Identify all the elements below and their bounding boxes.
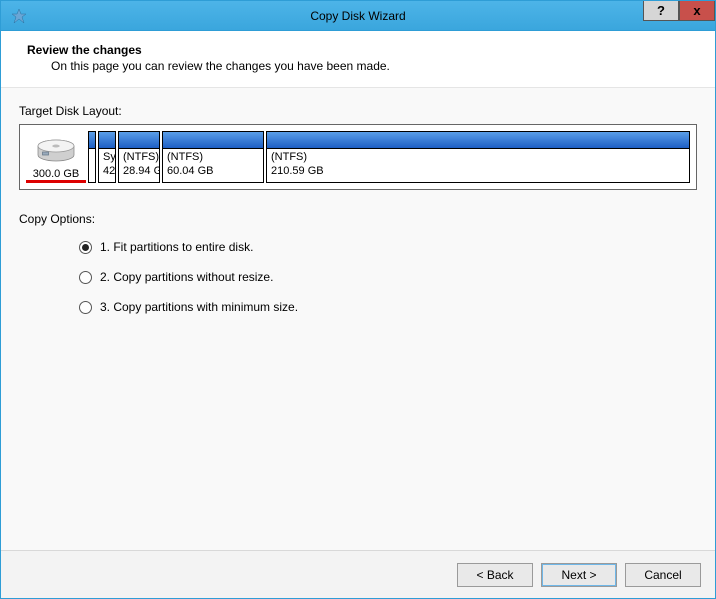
- content-area: Target Disk Layout: 300.0 GB Sys420(NTFS…: [1, 88, 715, 550]
- partition-bar: [89, 132, 95, 149]
- footer: < Back Next > Cancel: [1, 550, 715, 598]
- page-subtitle: On this page you can review the changes …: [51, 59, 689, 73]
- partition-4[interactable]: (NTFS)210.59 GB: [266, 131, 690, 183]
- partition-body: (NTFS)28.94 G: [119, 149, 159, 182]
- next-button[interactable]: Next >: [541, 563, 617, 587]
- help-button[interactable]: ?: [643, 1, 679, 21]
- partition-label: (NTFS): [123, 151, 155, 165]
- copy-options-list: 1. Fit partitions to entire disk. 2. Copy…: [79, 240, 697, 314]
- copy-options-label: Copy Options:: [19, 212, 697, 226]
- copy-option-label: 3. Copy partitions with minimum size.: [100, 300, 298, 314]
- partition-2[interactable]: (NTFS)28.94 G: [118, 131, 160, 183]
- hard-disk-icon: [33, 137, 79, 167]
- partition-label: Sys: [103, 151, 111, 165]
- titlebar-buttons: ? x: [643, 1, 715, 21]
- partition-body: (NTFS)60.04 GB: [163, 149, 263, 182]
- partition-size: 420: [103, 165, 111, 179]
- target-disk-label: Target Disk Layout:: [19, 104, 697, 118]
- copy-option-label: 1. Fit partitions to entire disk.: [100, 240, 253, 254]
- radio-icon[interactable]: [79, 301, 92, 314]
- partition-bar: [267, 132, 689, 149]
- partition-bar: [99, 132, 115, 149]
- app-icon: [11, 8, 27, 24]
- copy-option-label: 2. Copy partitions without resize.: [100, 270, 273, 284]
- copy-option-1[interactable]: 1. Fit partitions to entire disk.: [79, 240, 697, 254]
- disk-icon-box[interactable]: 300.0 GB: [26, 131, 86, 183]
- partitions-row: Sys420(NTFS)28.94 G(NTFS)60.04 GB(NTFS)2…: [88, 131, 690, 183]
- partition-size: 28.94 G: [123, 165, 155, 179]
- close-button[interactable]: x: [679, 1, 715, 21]
- disk-layout-frame: 300.0 GB Sys420(NTFS)28.94 G(NTFS)60.04 …: [19, 124, 697, 190]
- partition-bar: [163, 132, 263, 149]
- partition-3[interactable]: (NTFS)60.04 GB: [162, 131, 264, 183]
- partition-label: (NTFS): [271, 151, 685, 165]
- radio-icon[interactable]: [79, 271, 92, 284]
- copy-options-section: Copy Options: 1. Fit partitions to entir…: [19, 208, 697, 314]
- partition-body: [89, 149, 96, 182]
- partition-size: 210.59 GB: [271, 165, 685, 179]
- radio-icon[interactable]: [79, 241, 92, 254]
- back-button[interactable]: < Back: [457, 563, 533, 587]
- partition-1[interactable]: Sys420: [98, 131, 116, 183]
- partition-body: (NTFS)210.59 GB: [267, 149, 689, 182]
- partition-bar: [119, 132, 159, 149]
- copy-option-2[interactable]: 2. Copy partitions without resize.: [79, 270, 697, 284]
- partition-size: 60.04 GB: [167, 165, 259, 179]
- page-title: Review the changes: [27, 43, 689, 57]
- cancel-button[interactable]: Cancel: [625, 563, 701, 587]
- header: Review the changes On this page you can …: [1, 31, 715, 88]
- copy-option-3[interactable]: 3. Copy partitions with minimum size.: [79, 300, 697, 314]
- partition-0[interactable]: [88, 131, 96, 183]
- partition-body: Sys420: [99, 149, 115, 182]
- wizard-window: Copy Disk Wizard ? x Review the changes …: [0, 0, 716, 599]
- partition-label: (NTFS): [167, 151, 259, 165]
- window-title: Copy Disk Wizard: [1, 9, 715, 23]
- titlebar: Copy Disk Wizard ? x: [1, 1, 715, 31]
- disk-size: 300.0 GB: [33, 168, 79, 180]
